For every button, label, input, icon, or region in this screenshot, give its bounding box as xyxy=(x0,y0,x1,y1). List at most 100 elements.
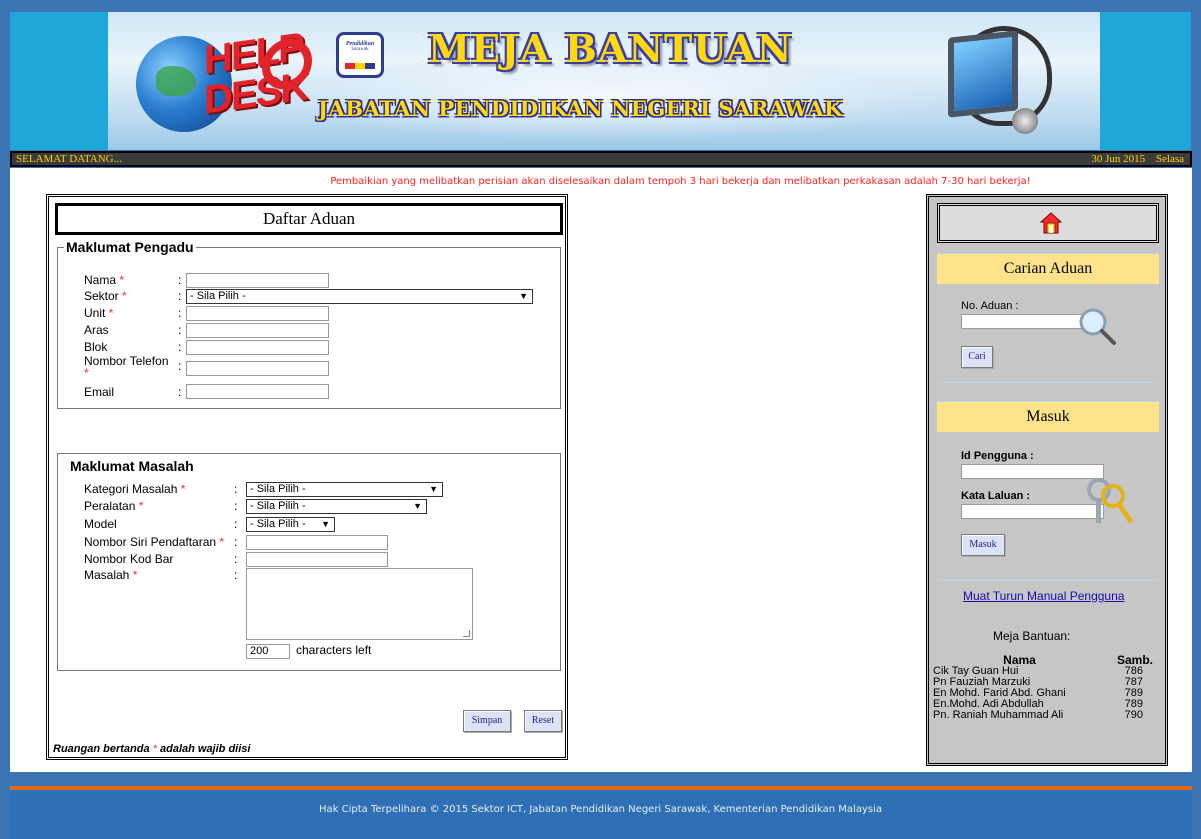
site-subtitle: JABATAN PENDIDIKAN NEGERI SARAWAK xyxy=(318,96,843,121)
colon: : xyxy=(178,273,182,287)
required-asterisk: * xyxy=(180,482,186,496)
footer-copyright: Hak Cipta Terpelihara © 2015 Sektor ICT,… xyxy=(319,804,882,815)
required-asterisk: * xyxy=(108,306,114,320)
staff-row: Pn. Raniah Muhammad Ali 790 xyxy=(933,710,1153,721)
row-model: Model xyxy=(84,517,117,531)
colon: : xyxy=(178,323,182,337)
row-telefon: Nombor Telefon * xyxy=(84,355,178,379)
colon: : xyxy=(234,552,238,566)
search-panel: Carian Aduan No. Aduan : Cari xyxy=(937,253,1159,383)
label-email: Email xyxy=(84,385,115,399)
row-masalah: Masalah * xyxy=(84,568,137,582)
colon: : xyxy=(178,340,182,354)
label-telefon: Nombor Telefon xyxy=(84,354,169,368)
required-asterisk: * xyxy=(132,568,138,582)
footnote-pre: Ruangan bertanda xyxy=(53,743,150,755)
crest-logo: Pendidikan Sarawak xyxy=(336,32,384,78)
label-unit: Unit xyxy=(84,306,106,320)
staff-ext: 790 xyxy=(1124,709,1143,721)
required-footnote: Ruangan bertanda * adalah wajib diisi xyxy=(53,743,250,755)
day-text: Selasa xyxy=(1155,153,1184,165)
dropdown-arrow-icon: ▼ xyxy=(429,484,438,494)
label-sektor: Sektor xyxy=(84,289,119,303)
search-panel-title: Carian Aduan xyxy=(937,254,1159,284)
sektor-selected: - Sila Pilih - xyxy=(190,290,246,302)
label-model: Model xyxy=(84,517,117,531)
colon: : xyxy=(178,306,182,320)
legend-masalah: Maklumat Masalah xyxy=(70,458,194,474)
label-aras: Aras xyxy=(84,323,109,337)
staff-table: Nama Samb. Cik Tay Guan Hui 786 Pn Fauzia… xyxy=(933,654,1153,721)
peralatan-selected: - Sila Pilih - xyxy=(250,500,306,512)
label-kategori: Kategori Masalah xyxy=(84,482,178,496)
label-nama: Nama xyxy=(84,273,117,287)
nama-input[interactable] xyxy=(186,273,329,288)
row-kategori: Kategori Masalah * xyxy=(84,482,185,496)
notice-text: Pembaikian yang melibatkan perisian akan… xyxy=(0,176,1201,187)
blok-input[interactable] xyxy=(186,340,329,355)
colon: : xyxy=(234,517,238,531)
crest-band xyxy=(345,63,375,69)
notice-message: Pembaikian yang melibatkan perisian akan… xyxy=(330,176,1031,187)
banner: HELP DESK Pendidikan Sarawak MEJA BANTUA… xyxy=(108,12,1100,150)
row-email: Email xyxy=(84,385,114,399)
colon: : xyxy=(234,568,238,582)
email-input[interactable] xyxy=(186,384,329,399)
colon: : xyxy=(234,482,238,496)
sidebar: Carian Aduan No. Aduan : Cari Masuk Id P… xyxy=(926,194,1168,766)
monitor-stethoscope-icon xyxy=(928,24,1058,140)
colon: : xyxy=(178,385,182,399)
label-siri: Nombor Siri Pendaftaran xyxy=(84,535,217,549)
home-button[interactable] xyxy=(937,203,1159,243)
required-asterisk: * xyxy=(138,499,144,513)
search-button[interactable]: Cari xyxy=(961,346,993,368)
label-blok: Blok xyxy=(84,340,108,354)
footnote-post: adalah wajib diisi xyxy=(159,743,251,755)
label-peralatan: Peralatan xyxy=(84,499,136,513)
char-counter: 200 xyxy=(246,644,290,659)
welcome-bar: SELAMAT DATANG... 30 Jun 2015 Selasa xyxy=(10,151,1192,167)
row-aras: Aras xyxy=(84,323,109,337)
aras-input[interactable] xyxy=(186,323,329,338)
telefon-input[interactable] xyxy=(186,361,329,376)
staff-name: Pn. Raniah Muhammad Ali xyxy=(933,709,1064,721)
magnifier-icon xyxy=(1079,308,1116,345)
home-icon xyxy=(1040,212,1062,234)
site-header: HELP DESK Pendidikan Sarawak MEJA BANTUA… xyxy=(10,12,1191,150)
label-masalah: Masalah xyxy=(84,568,130,582)
row-unit: Unit * xyxy=(84,306,113,320)
peralatan-select[interactable]: - Sila Pilih - ▼ xyxy=(246,499,427,514)
label-kodbar: Nombor Kod Bar xyxy=(84,552,174,566)
row-sektor: Sektor * xyxy=(84,289,127,303)
save-button[interactable]: Simpan xyxy=(463,710,511,732)
model-select[interactable]: - Sila Pilih - ▼ xyxy=(246,517,335,532)
date-display: 30 Jun 2015 Selasa xyxy=(1083,153,1184,165)
char-counter-label: characters left xyxy=(296,643,372,657)
fieldset-pengadu: Maklumat Pengadu Nama * : Sektor * : - S… xyxy=(57,239,561,409)
keys-icon xyxy=(1087,478,1134,524)
colon: : xyxy=(178,359,182,373)
model-selected: - Sila Pilih - xyxy=(250,518,306,530)
unit-input[interactable] xyxy=(186,306,329,321)
search-label: No. Aduan : xyxy=(961,300,1019,312)
required-asterisk: * xyxy=(84,366,89,380)
siri-input[interactable] xyxy=(246,535,388,550)
row-siri: Nombor Siri Pendaftaran * xyxy=(84,535,224,549)
row-blok: Blok xyxy=(84,340,107,354)
row-kodbar: Nombor Kod Bar xyxy=(84,552,173,566)
kategori-select[interactable]: - Sila Pilih - ▼ xyxy=(246,482,443,497)
fieldset-masalah: Maklumat Masalah Kategori Masalah * : - … xyxy=(57,453,561,671)
dropdown-arrow-icon: ▼ xyxy=(413,501,422,511)
reset-button[interactable]: Reset xyxy=(524,710,562,732)
helpdesk-logo: HELP DESK xyxy=(204,25,307,136)
sektor-select[interactable]: - Sila Pilih - ▼ xyxy=(186,289,533,304)
required-asterisk: * xyxy=(119,273,125,287)
required-asterisk: * xyxy=(219,535,225,549)
kodbar-input[interactable] xyxy=(246,552,388,567)
complaint-form: Daftar Aduan Maklumat Pengadu Nama * : S… xyxy=(46,194,568,760)
required-asterisk: * xyxy=(122,289,127,303)
manual-download-link[interactable]: Muat Turun Manual Pengguna xyxy=(963,589,1124,603)
masalah-textarea[interactable] xyxy=(246,568,473,640)
login-button[interactable]: Masuk xyxy=(961,534,1005,556)
login-panel-title: Masuk xyxy=(937,402,1159,432)
